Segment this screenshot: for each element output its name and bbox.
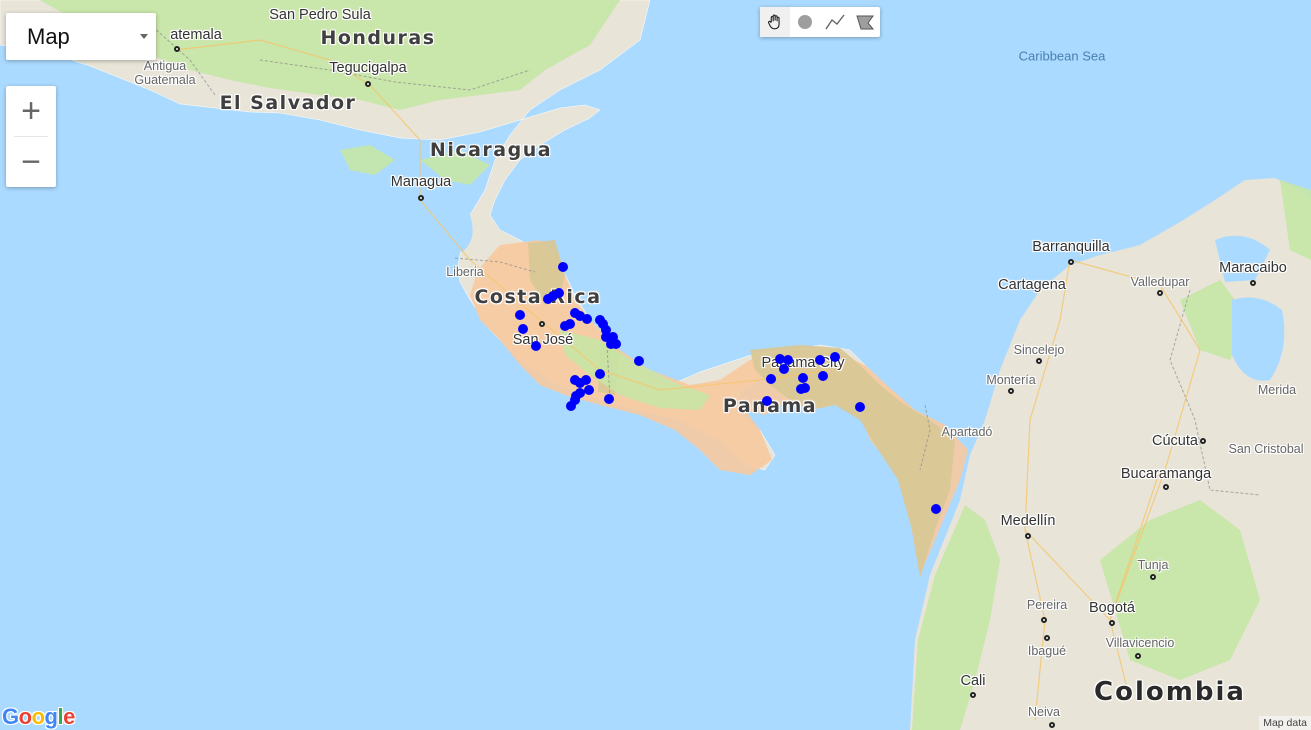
logo-letter: g [44, 704, 58, 729]
polyline-icon [825, 14, 845, 30]
data-point-marker[interactable] [581, 375, 591, 385]
zoom-control: + − [6, 86, 56, 187]
data-point-marker[interactable] [779, 364, 789, 374]
data-point-marker[interactable] [634, 356, 644, 366]
data-point-marker[interactable] [762, 396, 772, 406]
map-canvas[interactable]: Honduras El Salvador Nicaragua Costa Rica Pa… [0, 0, 1311, 730]
data-point-marker[interactable] [595, 369, 605, 379]
polygon-tool-button[interactable] [850, 7, 880, 37]
map-attribution[interactable]: Map data [1259, 716, 1311, 730]
data-point-marker[interactable] [582, 314, 592, 324]
logo-letter: o [31, 704, 45, 729]
drawing-toolbar [760, 7, 880, 37]
data-point-marker[interactable] [800, 383, 810, 393]
data-point-marker[interactable] [548, 291, 558, 301]
data-point-marker[interactable] [815, 355, 825, 365]
zoom-out-button[interactable]: − [6, 137, 56, 187]
circle-tool-button[interactable] [790, 7, 820, 37]
data-point-marker[interactable] [830, 352, 840, 362]
data-point-marker[interactable] [518, 324, 528, 334]
hand-tool-button[interactable] [760, 7, 790, 37]
map-type-select[interactable]: Map [6, 13, 156, 60]
data-point-marker[interactable] [584, 385, 594, 395]
marker-layer [515, 262, 941, 514]
circle-icon [798, 15, 812, 29]
google-logo: Google [2, 704, 75, 730]
logo-letter: o [18, 704, 32, 729]
dropdown-arrow-icon [140, 34, 148, 39]
data-point-marker[interactable] [798, 373, 808, 383]
data-point-marker[interactable] [558, 262, 568, 272]
data-point-marker[interactable] [566, 401, 576, 411]
hand-icon [768, 14, 780, 30]
data-point-marker[interactable] [515, 310, 525, 320]
map-type-label: Map [27, 23, 70, 49]
polyline-tool-button[interactable] [820, 7, 850, 37]
data-point-marker[interactable] [531, 341, 541, 351]
data-point-marker[interactable] [818, 371, 828, 381]
data-point-marker[interactable] [766, 374, 776, 384]
data-point-marker[interactable] [611, 339, 621, 349]
data-point-marker[interactable] [565, 319, 575, 329]
zoom-in-button[interactable]: + [6, 86, 56, 136]
data-point-marker[interactable] [783, 355, 793, 365]
logo-letter: G [2, 704, 19, 729]
data-point-marker[interactable] [855, 402, 865, 412]
data-point-marker[interactable] [931, 504, 941, 514]
data-point-marker[interactable] [604, 394, 614, 404]
logo-letter: e [63, 704, 75, 729]
polygon-icon [856, 15, 874, 30]
